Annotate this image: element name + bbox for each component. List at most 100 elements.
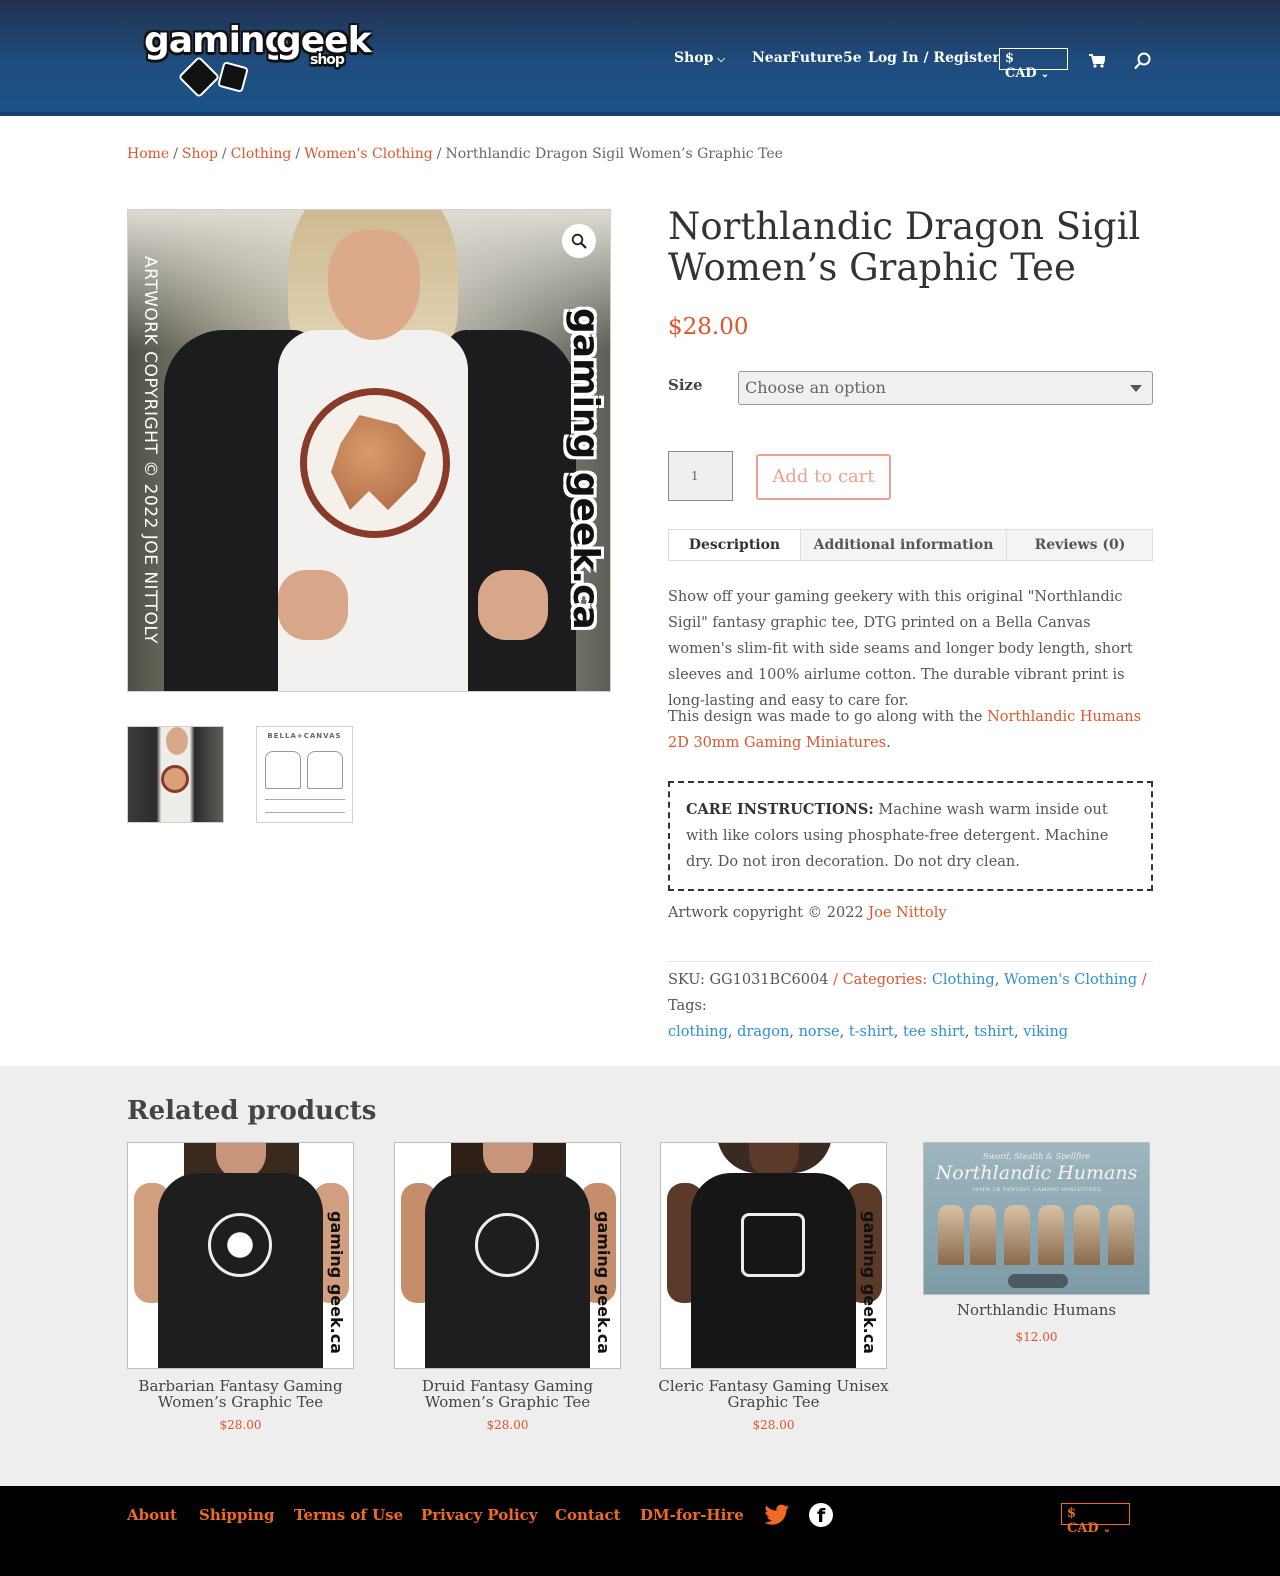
related-product-name[interactable]: Northlandic Humans xyxy=(915,1302,1158,1318)
related-product-price: $12.00 xyxy=(1015,1330,1058,1344)
product-box-tagline: 30MM 2D FANTASY GAMING MINIATURES xyxy=(971,1187,1102,1193)
footer-link-terms[interactable]: Terms of Use xyxy=(294,1506,403,1524)
miniature-figure xyxy=(1108,1205,1134,1265)
related-product-name[interactable]: Druid Fantasy Gaming Women’s Graphic Tee xyxy=(386,1378,629,1410)
related-product-name[interactable]: Barbarian Fantasy Gaming Women’s Graphic… xyxy=(119,1378,362,1410)
breadcrumb-current: Northlandic Dragon Sigil Women’s Graphic… xyxy=(445,146,783,162)
miniature-figure xyxy=(1074,1205,1100,1265)
image-watermark: gaming geek.ca xyxy=(565,308,606,630)
black-tee xyxy=(425,1173,590,1368)
miniature-figure xyxy=(938,1205,964,1265)
product-tabs: Description Additional information Revie… xyxy=(668,529,1153,561)
categories-label: Categories: xyxy=(842,972,928,988)
meta-divider xyxy=(668,961,1153,962)
breadcrumb-womens-clothing[interactable]: Women's Clothing xyxy=(304,146,433,162)
breadcrumb-shop[interactable]: Shop xyxy=(182,146,218,162)
related-product-price: $28.00 xyxy=(752,1418,795,1432)
product-main-image[interactable]: ARTWORK COPYRIGHT © 2022 JOE NITTOLY gam… xyxy=(127,209,611,692)
related-product-name[interactable]: Cleric Fantasy Gaming Unisex Graphic Tee xyxy=(652,1378,895,1410)
twitter-icon[interactable] xyxy=(764,1504,790,1526)
related-product-image[interactable]: gaming geek.ca xyxy=(127,1142,354,1369)
related-product-image[interactable]: gaming geek.ca xyxy=(660,1142,887,1369)
facebook-glyph: f xyxy=(817,1505,826,1527)
product-meta: SKU: GG1031BC6004 / Categories: Clothing… xyxy=(668,972,1147,1040)
tag-link[interactable]: clothing xyxy=(668,1024,728,1040)
black-tee xyxy=(691,1173,856,1368)
sku-value: GG1031BC6004 xyxy=(709,972,829,988)
tab-reviews[interactable]: Reviews (0) xyxy=(1007,530,1153,560)
miniature-figure xyxy=(1004,1205,1030,1265)
dragon-head-graphic xyxy=(331,415,426,510)
breadcrumb: Home / Shop / Clothing / Women's Clothing / Nort… xyxy=(127,146,783,162)
size-chart-brand: BELLA+CANVAS xyxy=(267,732,342,740)
quantity-input[interactable]: 1 xyxy=(668,451,733,501)
currency-label: $ CAD xyxy=(1005,51,1037,81)
tag-link[interactable]: dragon xyxy=(737,1024,789,1040)
dropdown-arrow-icon xyxy=(1130,385,1142,392)
tab-additional-information[interactable]: Additional information xyxy=(801,530,1007,560)
tag-link[interactable]: tee shirt xyxy=(903,1024,965,1040)
tags-label: Tags: xyxy=(668,998,707,1014)
search-icon[interactable] xyxy=(1134,52,1152,70)
footer-currency-label: $ CAD xyxy=(1067,1506,1099,1536)
add-to-cart-button[interactable]: Add to cart xyxy=(756,454,891,500)
logo-word-shop: shop xyxy=(310,52,345,68)
category-link-womens-clothing[interactable]: Women's Clothing xyxy=(1004,972,1137,988)
header-divider xyxy=(0,112,1280,116)
image-watermark: gaming geek.ca xyxy=(860,1211,879,1354)
tag-link[interactable]: viking xyxy=(1023,1024,1068,1040)
product-thumbnail-2[interactable]: BELLA+CANVAS xyxy=(256,726,353,823)
site-header: gaming geek shop Shop ⌵ NearFuture5e Log … xyxy=(0,0,1280,114)
related-product-image[interactable]: Sword, Stealth & Spellfire Northlandic H… xyxy=(923,1142,1150,1295)
breadcrumb-separator: / xyxy=(221,146,227,162)
tag-link[interactable]: t-shirt xyxy=(849,1024,894,1040)
currency-selector[interactable]: $ CAD ⌄ xyxy=(999,48,1068,81)
zoom-button[interactable] xyxy=(562,224,596,258)
magnifier-icon xyxy=(571,233,587,249)
breadcrumb-home[interactable]: Home xyxy=(127,146,169,162)
nav-nearfuture5e[interactable]: NearFuture5e xyxy=(752,50,862,66)
gaming-geek-logo xyxy=(1008,1274,1068,1288)
miniature-figure xyxy=(970,1205,996,1265)
artist-link[interactable]: Joe Nittoly xyxy=(868,905,946,921)
footer-link-about[interactable]: About xyxy=(127,1506,177,1524)
care-instructions-label: CARE INSTRUCTIONS: xyxy=(686,801,874,818)
breadcrumb-separator: / xyxy=(436,146,442,162)
facebook-icon[interactable]: f xyxy=(809,1503,833,1527)
tag-link[interactable]: tshirt xyxy=(974,1024,1014,1040)
site-logo[interactable]: gaming geek shop xyxy=(130,18,380,99)
description-paragraph: Show off your gaming geekery with this o… xyxy=(668,589,1133,709)
nav-shop[interactable]: Shop ⌵ xyxy=(674,50,725,66)
nav-login-register[interactable]: Log In / Register xyxy=(868,50,1000,66)
tag-link[interactable]: norse xyxy=(799,1024,840,1040)
tee-outline-back xyxy=(307,751,343,789)
footer-link-contact[interactable]: Contact xyxy=(555,1506,621,1524)
size-select[interactable]: Choose an option xyxy=(738,371,1153,405)
logo-word-gaming: gaming xyxy=(144,20,290,61)
related-product-image[interactable]: gaming geek.ca xyxy=(394,1142,621,1369)
design-note-text: This design was made to go along with th… xyxy=(668,709,988,725)
thumb-model-face xyxy=(166,727,188,755)
barbarian-emblem xyxy=(208,1213,272,1277)
tab-description[interactable]: Description xyxy=(669,530,801,560)
model-hand-left xyxy=(278,570,348,640)
image-copyright-text: ARTWORK COPYRIGHT © 2022 JOE NITTOLY xyxy=(140,256,160,645)
design-note-end: . xyxy=(886,735,891,751)
breadcrumb-clothing[interactable]: Clothing xyxy=(231,146,292,162)
footer-link-privacy[interactable]: Privacy Policy xyxy=(421,1506,538,1524)
footer-link-shipping[interactable]: Shipping xyxy=(199,1506,275,1524)
footer-link-dm-for-hire[interactable]: DM-for-Hire xyxy=(640,1506,744,1524)
related-products-title: Related products xyxy=(127,1096,377,1126)
footer-currency-selector[interactable]: $ CAD ⌄ xyxy=(1061,1503,1130,1536)
cart-icon[interactable] xyxy=(1089,54,1105,68)
size-select-value: Choose an option xyxy=(745,378,886,397)
breadcrumb-separator: / xyxy=(295,146,301,162)
sku-label: SKU: xyxy=(668,972,705,988)
related-product-price: $28.00 xyxy=(486,1418,529,1432)
nav-shop-label: Shop xyxy=(674,50,714,66)
cleric-emblem xyxy=(741,1213,805,1277)
breadcrumb-separator: / xyxy=(173,146,178,162)
category-link-clothing[interactable]: Clothing xyxy=(932,972,995,988)
product-thumbnail-1[interactable] xyxy=(127,726,224,823)
description-design-note: This design was made to go along with th… xyxy=(668,704,1153,756)
